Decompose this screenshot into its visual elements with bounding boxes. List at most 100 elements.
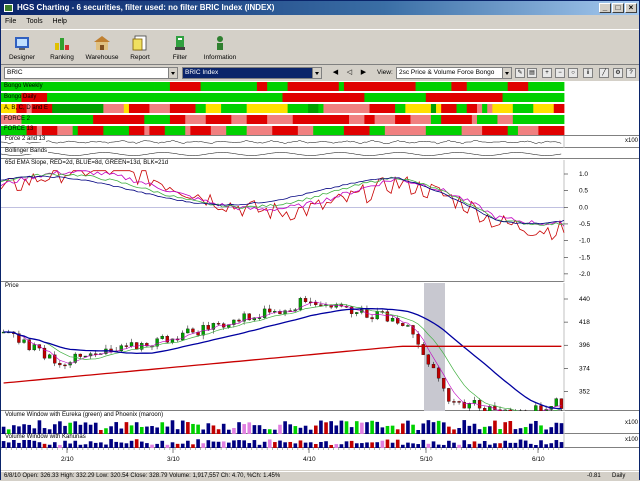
report-label: Report [130, 54, 150, 61]
filter-button[interactable]: Filter [159, 32, 201, 64]
security-bar: BRIC BRIC Index ◀ ◁ ▶ View: 2sc Price & … [1, 66, 639, 80]
signal-cell [47, 115, 53, 124]
signal-cell [83, 93, 89, 102]
signal-cell [416, 115, 422, 124]
volume-bar [524, 441, 528, 448]
volume-bar [283, 421, 287, 434]
signal-cell [375, 93, 381, 102]
maximize-icon[interactable]: □ [612, 3, 624, 13]
signal-cell [83, 115, 89, 124]
signal-cell [523, 104, 529, 113]
candle-body [417, 334, 420, 344]
information-button[interactable]: Information [199, 32, 241, 64]
menu-file[interactable]: File [1, 15, 20, 28]
signal-cell [329, 104, 335, 113]
print-icon[interactable]: ▤ [527, 68, 537, 78]
volume-bar [109, 439, 113, 448]
signal-cell [103, 126, 109, 135]
edit-icon[interactable]: ✎ [515, 68, 525, 78]
security-select[interactable]: BRIC Index [182, 67, 322, 79]
signal-cell [446, 126, 452, 135]
first-icon[interactable]: ◀ [331, 68, 340, 78]
signal-cell [380, 126, 386, 135]
volume-bar [304, 426, 308, 434]
signal-cell [380, 93, 386, 102]
signal-cell [98, 104, 104, 113]
volume-bar [253, 425, 257, 434]
zoom-out-icon[interactable]: − [555, 68, 565, 78]
signal-cell [93, 93, 99, 102]
signal-cell [354, 126, 360, 135]
signal-cell [170, 104, 176, 113]
signal-cell [298, 115, 304, 124]
force-panel: Force 2 and 13 x100 [1, 136, 639, 148]
signal-cell [277, 115, 283, 124]
signal-cell [267, 126, 273, 135]
symbol-value: BRIC [7, 69, 23, 76]
volume-bar [509, 421, 513, 434]
zoom-reset-icon[interactable]: ○ [568, 68, 578, 78]
signal-cell [513, 93, 519, 102]
signal-cell [318, 93, 324, 102]
symbol-select[interactable]: BRIC [4, 67, 178, 79]
filter-icon [171, 34, 189, 52]
warehouse-button[interactable]: Warehouse [81, 32, 123, 64]
draw-icon[interactable]: ╱ [599, 68, 609, 78]
signal-cell [457, 126, 463, 135]
signal-cell [492, 115, 498, 124]
signal-cell [180, 126, 186, 135]
report-button[interactable]: Report [119, 32, 161, 64]
volume-bar [555, 440, 559, 448]
signal-cell [559, 82, 565, 91]
candle-body [217, 323, 220, 324]
zoom-in-icon[interactable]: + [542, 68, 552, 78]
volume-kahunas-label: Volume Window with Kahunas [4, 434, 87, 440]
signal-cell [216, 126, 222, 135]
mode-icon[interactable]: ii [583, 68, 593, 78]
volume-bar [166, 427, 170, 434]
signal-cell [323, 126, 329, 135]
ranking-button[interactable]: Ranking [41, 32, 83, 64]
volume-bar [186, 441, 190, 448]
signal-cell [185, 93, 191, 102]
signal-cell [395, 115, 401, 124]
next-icon[interactable]: ▶ [359, 68, 368, 78]
volume-bar [345, 421, 349, 434]
signal-cell [477, 104, 483, 113]
volume-bar [135, 439, 139, 448]
signal-cell [405, 126, 411, 135]
settings-icon[interactable]: ⚙ [613, 68, 623, 78]
volume-bar [555, 423, 559, 434]
designer-button[interactable]: Designer [1, 32, 43, 64]
signal-cell [318, 126, 324, 135]
signal-cell [370, 82, 376, 91]
signal-cell [262, 93, 268, 102]
volume-bar [12, 440, 16, 448]
minimize-icon[interactable]: _ [599, 3, 611, 13]
signal-cell [329, 126, 335, 135]
signal-cell [349, 82, 355, 91]
signal-cell [385, 93, 391, 102]
signal-cell [472, 126, 478, 135]
menu-tools[interactable]: Tools [22, 15, 46, 28]
signal-cell [277, 104, 283, 113]
signal-cell [380, 115, 386, 124]
force-svg [1, 136, 639, 148]
signal-cell [83, 126, 89, 135]
candle-body [304, 298, 307, 302]
volume-bar [447, 441, 451, 448]
signal-cell [262, 115, 268, 124]
signal-cell [518, 115, 524, 124]
signal-cell [482, 104, 488, 113]
menu-help[interactable]: Help [49, 15, 71, 28]
view-select[interactable]: 2sc Price & Volume Force Bongo [396, 67, 512, 79]
signal-cell [487, 93, 493, 102]
signal-cell [262, 104, 268, 113]
volume-eureka-label: Volume Window with Eureka (green) and Ph… [4, 412, 164, 418]
signal-cell [359, 115, 365, 124]
close-icon[interactable]: × [625, 3, 637, 13]
signal-cell [124, 115, 130, 124]
help-icon[interactable]: ? [626, 68, 636, 78]
prev-icon[interactable]: ◁ [345, 68, 354, 78]
ema-tick-label: 0.5 [579, 188, 588, 195]
